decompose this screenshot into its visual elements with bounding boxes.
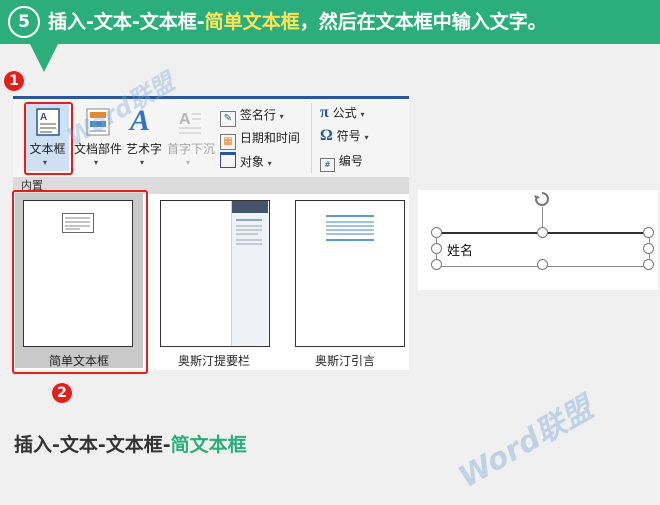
number-icon: # bbox=[320, 158, 335, 172]
drop-cap-label: 首字下沉 bbox=[166, 142, 215, 156]
resize-handle[interactable] bbox=[643, 259, 654, 270]
text-box-content[interactable]: 姓名 bbox=[447, 240, 473, 259]
step-marker-2: 2 bbox=[51, 382, 73, 404]
object-icon bbox=[220, 152, 236, 168]
banner-text-highlight: 简单文本框 bbox=[204, 11, 300, 33]
subtitle: 插入-文本-文本框-简文本框 bbox=[14, 430, 247, 457]
banner-pointer bbox=[30, 44, 58, 72]
gallery-item-caption: 奥斯汀引言 bbox=[314, 354, 375, 368]
object-button[interactable]: 对象 ▾ bbox=[220, 152, 272, 170]
resize-handle[interactable] bbox=[431, 259, 442, 270]
sidebar-line bbox=[236, 219, 262, 221]
sidebar-panel bbox=[231, 201, 268, 346]
chevron-down-icon: ▾ bbox=[140, 158, 145, 167]
gallery-item-austin-quote[interactable]: 奥斯汀引言 bbox=[287, 193, 409, 368]
subtitle-text-highlight: 简文本框 bbox=[170, 434, 247, 456]
resize-handle[interactable] bbox=[643, 243, 654, 254]
gallery-item-caption: 奥斯汀提要栏 bbox=[177, 354, 250, 368]
svg-text:A: A bbox=[179, 111, 191, 128]
equation-button[interactable]: π 公式 ▾ bbox=[320, 104, 364, 122]
resize-handle[interactable] bbox=[643, 227, 654, 238]
resize-handle[interactable] bbox=[537, 227, 548, 238]
quote-line bbox=[326, 225, 374, 227]
chevron-down-icon: ▾ bbox=[267, 159, 272, 168]
document-preview: 姓名 bbox=[418, 190, 658, 290]
quote-rule bbox=[326, 215, 374, 217]
rotate-handle-icon[interactable] bbox=[532, 190, 552, 210]
signature-line-button[interactable]: ✎ 签名行 ▾ bbox=[220, 106, 284, 127]
watermark-logo: Word联盟 bbox=[452, 390, 599, 496]
sidebar-line bbox=[236, 225, 262, 227]
subtitle-text-before: 插入-文本-文本框- bbox=[14, 434, 171, 456]
symbol-button[interactable]: Ω 符号 ▾ bbox=[320, 127, 369, 145]
wordart-label: 艺术字 bbox=[125, 142, 162, 156]
quote-line bbox=[326, 221, 374, 223]
banner-text-after: ，然后在文本框中输入文字。 bbox=[299, 11, 547, 33]
resize-handle[interactable] bbox=[537, 259, 548, 270]
ribbon-separator bbox=[311, 103, 312, 173]
chevron-down-icon: ▾ bbox=[43, 158, 48, 167]
sidebar-line bbox=[236, 233, 258, 235]
step-marker-1: 1 bbox=[3, 70, 25, 92]
pi-icon: π bbox=[320, 104, 329, 121]
equation-label: 公式 bbox=[332, 106, 357, 120]
chevron-down-icon: ▾ bbox=[360, 110, 365, 119]
chevron-down-icon: ▾ bbox=[279, 112, 284, 121]
resize-handle[interactable] bbox=[431, 243, 442, 254]
chevron-down-icon: ▾ bbox=[94, 158, 99, 167]
symbol-label: 符号 bbox=[336, 129, 361, 143]
chevron-down-icon: ▾ bbox=[186, 158, 191, 167]
omega-icon: Ω bbox=[320, 127, 333, 144]
gallery-item-caption: 简单文本框 bbox=[48, 354, 109, 368]
calendar-icon: ▦ bbox=[220, 134, 236, 150]
sidebar-header bbox=[232, 201, 268, 213]
resize-handle[interactable] bbox=[431, 227, 442, 238]
sidebar-line bbox=[236, 243, 262, 245]
gallery-item-austin-sidebar[interactable]: 奥斯汀提要栏 bbox=[152, 193, 274, 368]
text-box-icon: A bbox=[36, 108, 60, 136]
drop-cap-button[interactable]: A 首字下沉 ▾ bbox=[166, 104, 216, 171]
chevron-down-icon: ▾ bbox=[364, 133, 369, 142]
austin-quote-thumbnail bbox=[295, 200, 405, 347]
number-label: 编号 bbox=[338, 154, 363, 168]
quote-rule bbox=[326, 239, 374, 241]
drop-cap-icon: A bbox=[179, 111, 201, 134]
text-box-label: 文本框 bbox=[29, 142, 66, 156]
banner-instruction: 插入-文本-文本框-简单文本框，然后在文本框中输入文字。 bbox=[48, 0, 547, 44]
quote-line bbox=[326, 229, 374, 231]
signature-line-label: 签名行 bbox=[239, 108, 276, 122]
gallery-item-simple-text-box[interactable]: 简单文本框 bbox=[15, 193, 143, 368]
number-button[interactable]: # 编号 bbox=[320, 152, 363, 172]
simple-text-box-thumbnail bbox=[23, 200, 133, 347]
svg-text:A: A bbox=[40, 112, 47, 123]
sidebar-line bbox=[236, 239, 262, 241]
date-time-label: 日期和时间 bbox=[239, 131, 300, 145]
sidebar-line bbox=[236, 229, 262, 231]
object-label: 对象 bbox=[239, 155, 264, 169]
banner-text-before: 插入-文本-文本框- bbox=[48, 11, 205, 33]
text-box-button[interactable]: A 文本框 ▾ bbox=[26, 104, 69, 171]
mini-text-box-icon bbox=[62, 213, 94, 233]
quote-line bbox=[326, 233, 374, 235]
step-number-badge: 5 bbox=[8, 6, 40, 38]
date-time-button[interactable]: ▦ 日期和时间 bbox=[220, 129, 300, 150]
signature-icon: ✎ bbox=[220, 111, 236, 127]
austin-sidebar-thumbnail bbox=[160, 200, 270, 347]
